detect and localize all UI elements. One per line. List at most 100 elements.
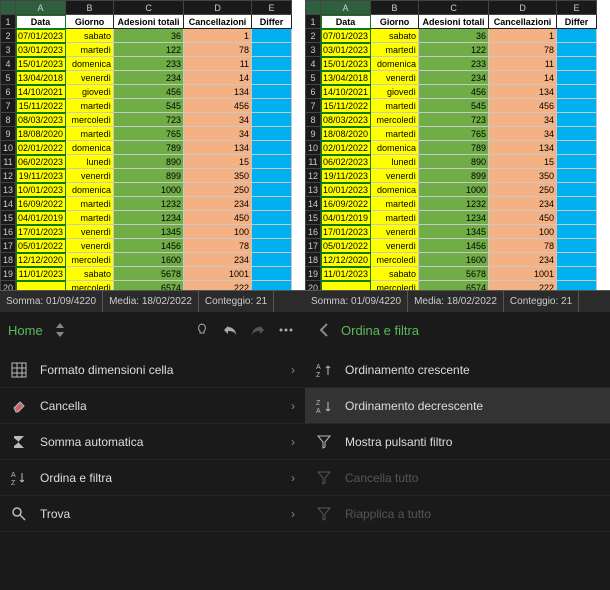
cell[interactable]: lunedì [66, 155, 114, 169]
cell[interactable]: 890 [419, 155, 489, 169]
select-all-corner[interactable] [306, 1, 321, 15]
cell[interactable]: 1232 [114, 197, 184, 211]
cell[interactable]: 234 [419, 71, 489, 85]
menu-item-search[interactable]: Trova› [0, 496, 305, 532]
col-header-E[interactable]: E [252, 1, 292, 15]
cell[interactable]: 06/02/2023 [16, 155, 66, 169]
cell[interactable]: mercoledì [371, 113, 419, 127]
cell[interactable]: 234 [489, 253, 557, 267]
cell[interactable] [252, 43, 292, 57]
cell[interactable]: 134 [184, 141, 252, 155]
col-header-D[interactable]: D [489, 1, 557, 15]
row-header[interactable]: 8 [306, 113, 321, 127]
row-header[interactable]: 12 [1, 169, 16, 183]
cell[interactable] [252, 281, 292, 291]
cell[interactable]: 100 [489, 225, 557, 239]
cell[interactable]: martedì [66, 127, 114, 141]
row-header[interactable]: 10 [1, 141, 16, 155]
cell[interactable] [252, 127, 292, 141]
cell[interactable]: martedì [371, 127, 419, 141]
col-header-D[interactable]: D [184, 1, 252, 15]
cell[interactable]: martedì [371, 99, 419, 113]
cell[interactable]: 15/11/2022 [16, 99, 66, 113]
row-header[interactable]: 12 [306, 169, 321, 183]
cell[interactable]: 1001 [489, 267, 557, 281]
row-header[interactable]: 17 [1, 239, 16, 253]
cell[interactable] [557, 253, 597, 267]
row-header[interactable]: 14 [306, 197, 321, 211]
cell[interactable] [252, 99, 292, 113]
cell[interactable]: 34 [184, 113, 252, 127]
row-header[interactable]: 14 [1, 197, 16, 211]
cell[interactable]: 34 [184, 127, 252, 141]
lightbulb-icon[interactable] [191, 319, 213, 341]
cell[interactable]: 34 [489, 113, 557, 127]
cell[interactable] [557, 43, 597, 57]
row-header[interactable]: 7 [306, 99, 321, 113]
cell[interactable]: 545 [114, 99, 184, 113]
cell[interactable]: 250 [184, 183, 252, 197]
cell[interactable]: martedì [66, 43, 114, 57]
cell[interactable]: 15 [489, 155, 557, 169]
row-header[interactable]: 1 [1, 15, 16, 29]
undo-icon[interactable] [219, 319, 241, 341]
cell[interactable]: 15 [184, 155, 252, 169]
row-header[interactable]: 20 [1, 281, 16, 291]
cell[interactable]: 08/03/2023 [321, 113, 371, 127]
cell[interactable] [252, 85, 292, 99]
cell[interactable]: 14/10/2021 [321, 85, 371, 99]
cell[interactable]: 12/12/2020 [16, 253, 66, 267]
col-header-E[interactable]: E [557, 1, 597, 15]
row-header[interactable]: 13 [306, 183, 321, 197]
row-header[interactable]: 15 [1, 211, 16, 225]
cell[interactable]: Cancellazioni [184, 15, 252, 29]
menu-item-asc[interactable]: AZOrdinamento crescente [305, 352, 610, 388]
cell[interactable] [557, 71, 597, 85]
col-header-C[interactable]: C [114, 1, 184, 15]
cell[interactable]: 1345 [419, 225, 489, 239]
cell[interactable] [252, 253, 292, 267]
cell[interactable]: mercoledì [66, 281, 114, 291]
cell[interactable]: 03/01/2023 [16, 43, 66, 57]
cell[interactable]: 234 [184, 253, 252, 267]
cell[interactable]: 134 [489, 141, 557, 155]
cell[interactable]: 04/01/2019 [16, 211, 66, 225]
cell[interactable]: 1000 [419, 183, 489, 197]
cell[interactable]: 134 [184, 85, 252, 99]
cell[interactable]: 6574 [114, 281, 184, 291]
cell[interactable]: 13/04/2018 [321, 71, 371, 85]
cell[interactable]: martedì [371, 211, 419, 225]
cell[interactable] [252, 29, 292, 43]
menu-item-funnel[interactable]: Mostra pulsanti filtro [305, 424, 610, 460]
cell[interactable]: 765 [419, 127, 489, 141]
row-header[interactable]: 18 [1, 253, 16, 267]
cell[interactable]: 233 [419, 57, 489, 71]
cell[interactable]: 15/01/2023 [16, 57, 66, 71]
row-header[interactable]: 6 [306, 85, 321, 99]
cell[interactable]: 1345 [114, 225, 184, 239]
row-header[interactable]: 15 [306, 211, 321, 225]
cell[interactable]: giovedì [371, 85, 419, 99]
cell[interactable]: 12/12/2020 [321, 253, 371, 267]
cell[interactable]: Adesioni totali [419, 15, 489, 29]
cell[interactable]: mercoledì [371, 281, 419, 291]
row-header[interactable]: 9 [1, 127, 16, 141]
col-header-B[interactable]: B [66, 1, 114, 15]
cell[interactable]: 122 [419, 43, 489, 57]
cell[interactable]: 450 [489, 211, 557, 225]
cell[interactable]: martedì [66, 211, 114, 225]
cell[interactable]: 234 [489, 197, 557, 211]
cell[interactable]: 03/01/2023 [321, 43, 371, 57]
cell[interactable]: 1000 [114, 183, 184, 197]
cell[interactable]: domenica [371, 183, 419, 197]
cell[interactable]: 36 [114, 29, 184, 43]
cell[interactable]: Data [321, 15, 371, 29]
more-icon[interactable] [275, 319, 297, 341]
cell[interactable]: 15/11/2022 [321, 99, 371, 113]
cell[interactable]: venerdì [66, 239, 114, 253]
cell[interactable]: 16/09/2022 [321, 197, 371, 211]
cell[interactable]: martedì [371, 197, 419, 211]
row-header[interactable]: 11 [1, 155, 16, 169]
cell[interactable]: 1232 [419, 197, 489, 211]
cell[interactable] [557, 127, 597, 141]
